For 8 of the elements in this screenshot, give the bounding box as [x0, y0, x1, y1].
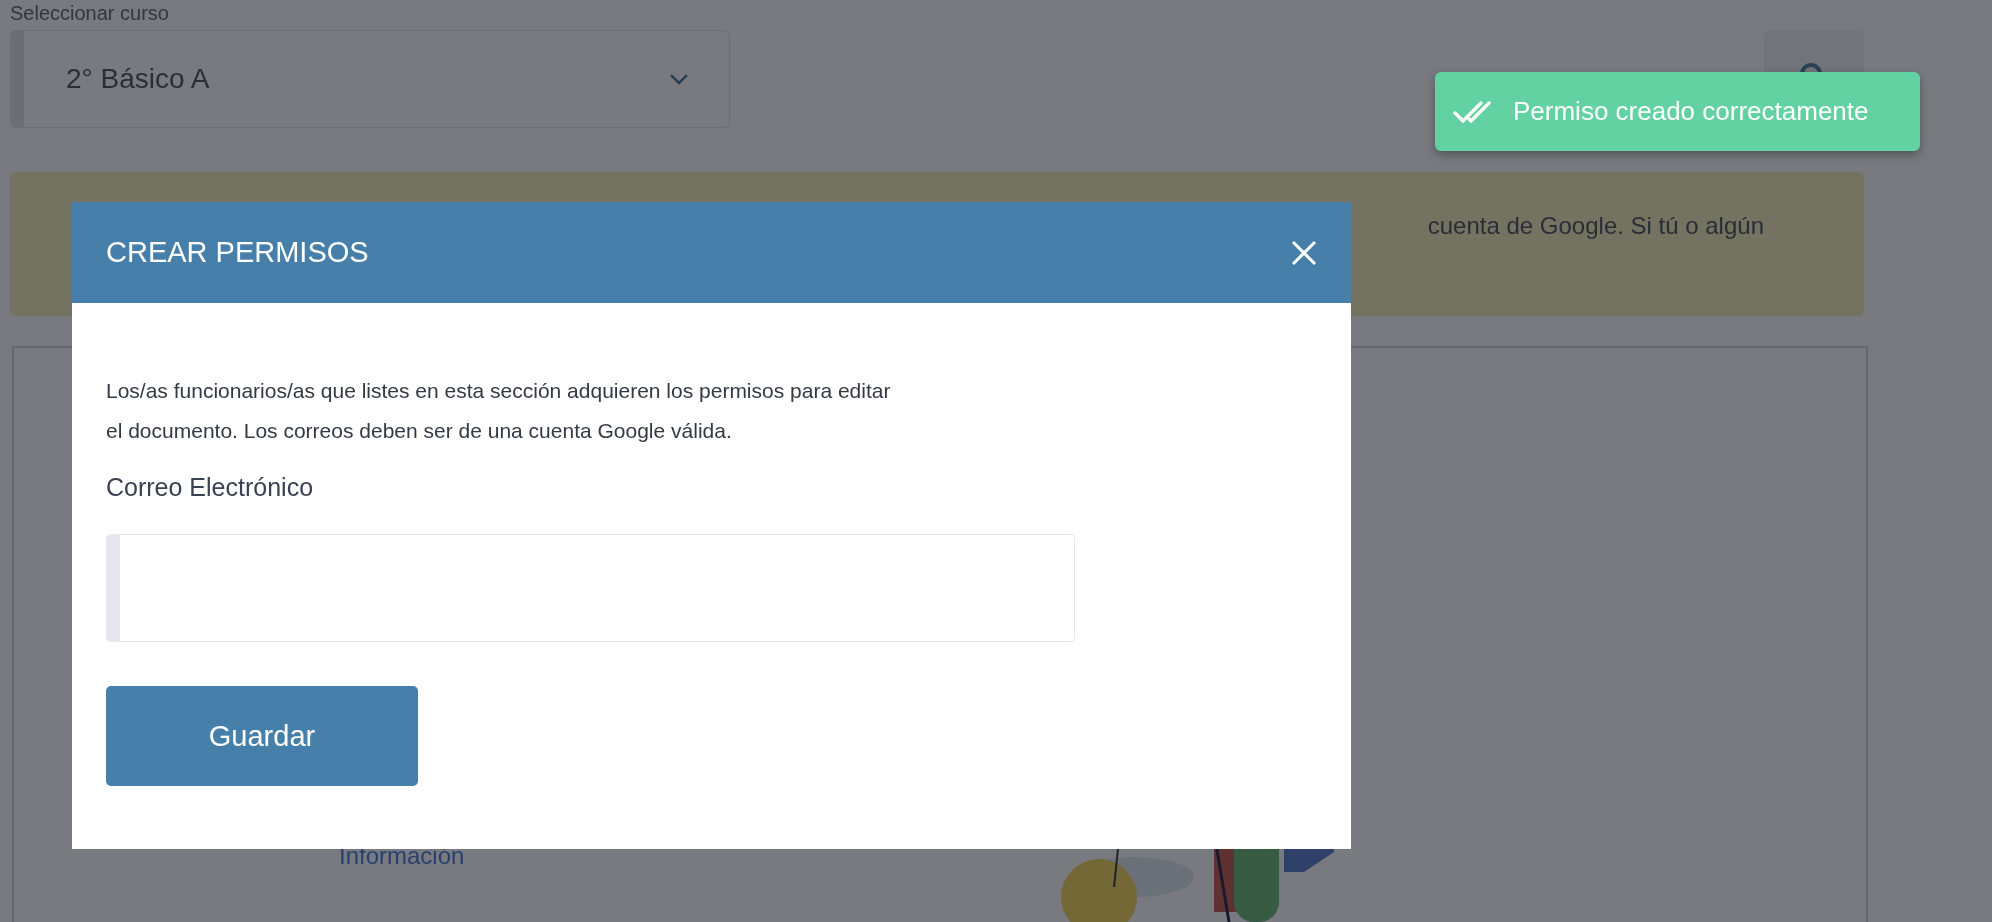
- save-button[interactable]: Guardar: [106, 686, 418, 786]
- dialog-description: Los/as funcionarios/as que listes en esta sección adquieren los permisos para editar el documento. Los correos deben ser de una cuenta Google válida.: [106, 378, 892, 444]
- dialog-title: CREAR PERMISOS: [106, 236, 369, 269]
- banner-text: cuenta de Google. Si tú o algún: [1427, 212, 1764, 241]
- field-label: Correo Electrónico: [106, 473, 315, 502]
- toast-message: Permiso creado correctamente: [1513, 96, 1869, 127]
- field-label: Seleccionar curso: [10, 2, 170, 24]
- course-select[interactable]: 2° Básico A: [10, 30, 730, 128]
